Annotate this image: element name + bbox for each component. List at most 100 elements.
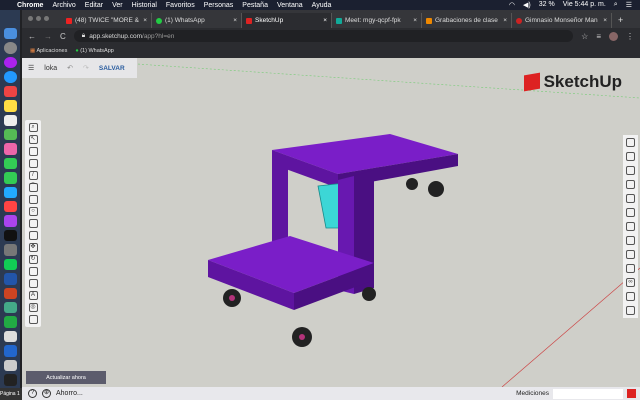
bookmark-star-icon[interactable]: ☆ bbox=[581, 32, 588, 41]
menu-historial[interactable]: Historial bbox=[132, 2, 157, 9]
eraser-icon[interactable] bbox=[28, 147, 38, 156]
instructor-icon[interactable] bbox=[626, 152, 635, 161]
line-icon[interactable]: / bbox=[28, 171, 38, 180]
move-icon[interactable]: ✥ bbox=[28, 243, 38, 252]
close-icon[interactable]: × bbox=[413, 17, 417, 24]
bookmark-apps[interactable]: ▦ Aplicaciones bbox=[30, 48, 67, 54]
screenshot-icon[interactable] bbox=[3, 374, 17, 386]
finder-icon[interactable] bbox=[3, 28, 17, 40]
spotify-icon[interactable] bbox=[3, 258, 17, 271]
hamburger-menu-icon[interactable]: ☰ bbox=[28, 64, 34, 72]
menu-personas[interactable]: Personas bbox=[204, 2, 234, 9]
excel-icon[interactable] bbox=[3, 316, 17, 328]
settings-icon[interactable] bbox=[3, 244, 17, 256]
siri-icon[interactable] bbox=[3, 56, 17, 69]
menu-ver[interactable]: Ver bbox=[112, 2, 123, 9]
save-button[interactable]: SALVAR bbox=[99, 65, 125, 72]
update-now-button[interactable]: Actualizar ahora bbox=[26, 371, 106, 384]
window-controls[interactable] bbox=[28, 16, 49, 21]
clock[interactable]: Vie 5:44 p. m. bbox=[563, 1, 606, 9]
menu-ayuda[interactable]: Ayuda bbox=[312, 2, 332, 9]
reading-list-icon[interactable]: ≡ bbox=[596, 32, 601, 41]
reload-icon[interactable]: C bbox=[60, 32, 66, 41]
address-bar[interactable]: 🔒︎ app.sketchup.com/app?hl=en bbox=[73, 30, 574, 42]
tape-measure-icon[interactable] bbox=[28, 279, 38, 288]
search-icon[interactable]: ⌕ bbox=[28, 123, 38, 132]
preview-icon[interactable] bbox=[3, 330, 17, 343]
forward-icon[interactable]: → bbox=[44, 32, 52, 41]
extension-icon[interactable] bbox=[626, 306, 635, 315]
solid-inspector-icon[interactable] bbox=[626, 292, 635, 301]
help-icon[interactable]: ? bbox=[28, 389, 37, 398]
close-icon[interactable]: × bbox=[233, 17, 237, 24]
new-tab-button[interactable]: + bbox=[612, 15, 629, 28]
facetime-icon[interactable] bbox=[3, 172, 17, 184]
word-icon[interactable] bbox=[3, 273, 17, 285]
tab-gimnasio[interactable]: Gimnasio Monseñor Man × bbox=[512, 13, 612, 28]
rectangle-icon[interactable] bbox=[28, 195, 38, 204]
close-icon[interactable]: × bbox=[323, 17, 327, 24]
chrome-dock-icon[interactable] bbox=[3, 302, 17, 314]
measurements-input[interactable] bbox=[553, 388, 623, 399]
layers-icon[interactable] bbox=[626, 208, 635, 217]
select-icon[interactable]: ↖ bbox=[28, 135, 38, 144]
bookmark-whatsapp[interactable]: ● (1) WhatsApp bbox=[75, 48, 113, 54]
section-icon[interactable] bbox=[28, 315, 38, 324]
text-icon[interactable]: A bbox=[28, 291, 38, 300]
wifi-icon[interactable]: ◠ bbox=[509, 1, 515, 9]
materials-icon[interactable] bbox=[626, 180, 635, 189]
maps-icon[interactable] bbox=[3, 128, 17, 141]
display-icon[interactable]: ∞ bbox=[626, 278, 635, 287]
arc-icon[interactable]: ⌒ bbox=[28, 183, 38, 192]
circle-icon[interactable]: ○ bbox=[28, 207, 38, 216]
notes-icon[interactable] bbox=[3, 100, 17, 112]
entity-info-icon[interactable] bbox=[626, 138, 635, 147]
views-icon[interactable] bbox=[626, 222, 635, 231]
tab-youtube[interactable]: (48) TWICE "MORE & × bbox=[62, 13, 152, 28]
calendar-icon[interactable] bbox=[3, 85, 17, 98]
back-icon[interactable]: ← bbox=[28, 32, 36, 41]
paint-icon[interactable] bbox=[28, 159, 38, 168]
push-pull-icon[interactable] bbox=[28, 219, 38, 228]
photos-icon[interactable] bbox=[3, 143, 17, 155]
tab-grabaciones[interactable]: Grabaciones de clase × bbox=[422, 13, 512, 28]
tab-whatsapp[interactable]: (1) WhatsApp × bbox=[152, 13, 242, 28]
launchpad-icon[interactable] bbox=[3, 42, 17, 54]
orbit-icon[interactable]: ◎ bbox=[28, 303, 38, 312]
menu-favoritos[interactable]: Favoritos bbox=[166, 2, 195, 9]
tv-icon[interactable] bbox=[3, 229, 17, 242]
globe-icon[interactable]: ⊕ bbox=[42, 389, 51, 398]
cart-model[interactable] bbox=[208, 134, 458, 347]
scale-icon[interactable] bbox=[28, 267, 38, 276]
music-icon[interactable] bbox=[3, 201, 17, 213]
scenes-icon[interactable] bbox=[626, 236, 635, 245]
outliner-icon[interactable] bbox=[626, 264, 635, 273]
menu-editar[interactable]: Editar bbox=[85, 2, 103, 9]
tab-sketchup[interactable]: SketchUp × bbox=[242, 13, 332, 28]
rotate-icon[interactable]: ↻ bbox=[28, 255, 38, 264]
safari-icon[interactable] bbox=[3, 71, 17, 83]
close-icon[interactable]: × bbox=[143, 17, 147, 24]
sketchup-canvas[interactable]: ☰ loka ↶ ↷ SALVAR SketchUp ⌕ ↖ / ⌒ ○ ✥ ↻… bbox=[22, 58, 640, 387]
close-icon[interactable]: × bbox=[603, 17, 607, 24]
messages-icon[interactable] bbox=[3, 157, 17, 170]
appstore-icon[interactable] bbox=[3, 186, 17, 199]
file-name[interactable]: loka bbox=[44, 65, 57, 72]
menu-ventana[interactable]: Ventana bbox=[277, 2, 303, 9]
spotlight-icon[interactable]: ⌕ bbox=[614, 1, 618, 9]
redo-icon[interactable]: ↷ bbox=[83, 64, 89, 72]
reminders-icon[interactable] bbox=[3, 114, 17, 126]
model-viewport[interactable] bbox=[22, 58, 640, 387]
styles-icon[interactable] bbox=[626, 194, 635, 203]
tab-meet[interactable]: Meet: mgy-qcpf-fpk × bbox=[332, 13, 422, 28]
menu-list-icon[interactable]: ☰ bbox=[626, 1, 632, 9]
powerpoint-icon[interactable] bbox=[3, 287, 17, 300]
menu-app[interactable]: Chrome bbox=[17, 2, 43, 9]
tags-icon[interactable] bbox=[626, 250, 635, 259]
volume-icon[interactable]: ◀) bbox=[523, 1, 531, 9]
podcasts-icon[interactable] bbox=[3, 215, 17, 227]
menu-pestana[interactable]: Pestaña bbox=[242, 2, 268, 9]
menu-archivo[interactable]: Archivo bbox=[52, 2, 75, 9]
battery[interactable]: 32 % bbox=[539, 1, 555, 9]
undo-icon[interactable]: ↶ bbox=[67, 64, 73, 72]
